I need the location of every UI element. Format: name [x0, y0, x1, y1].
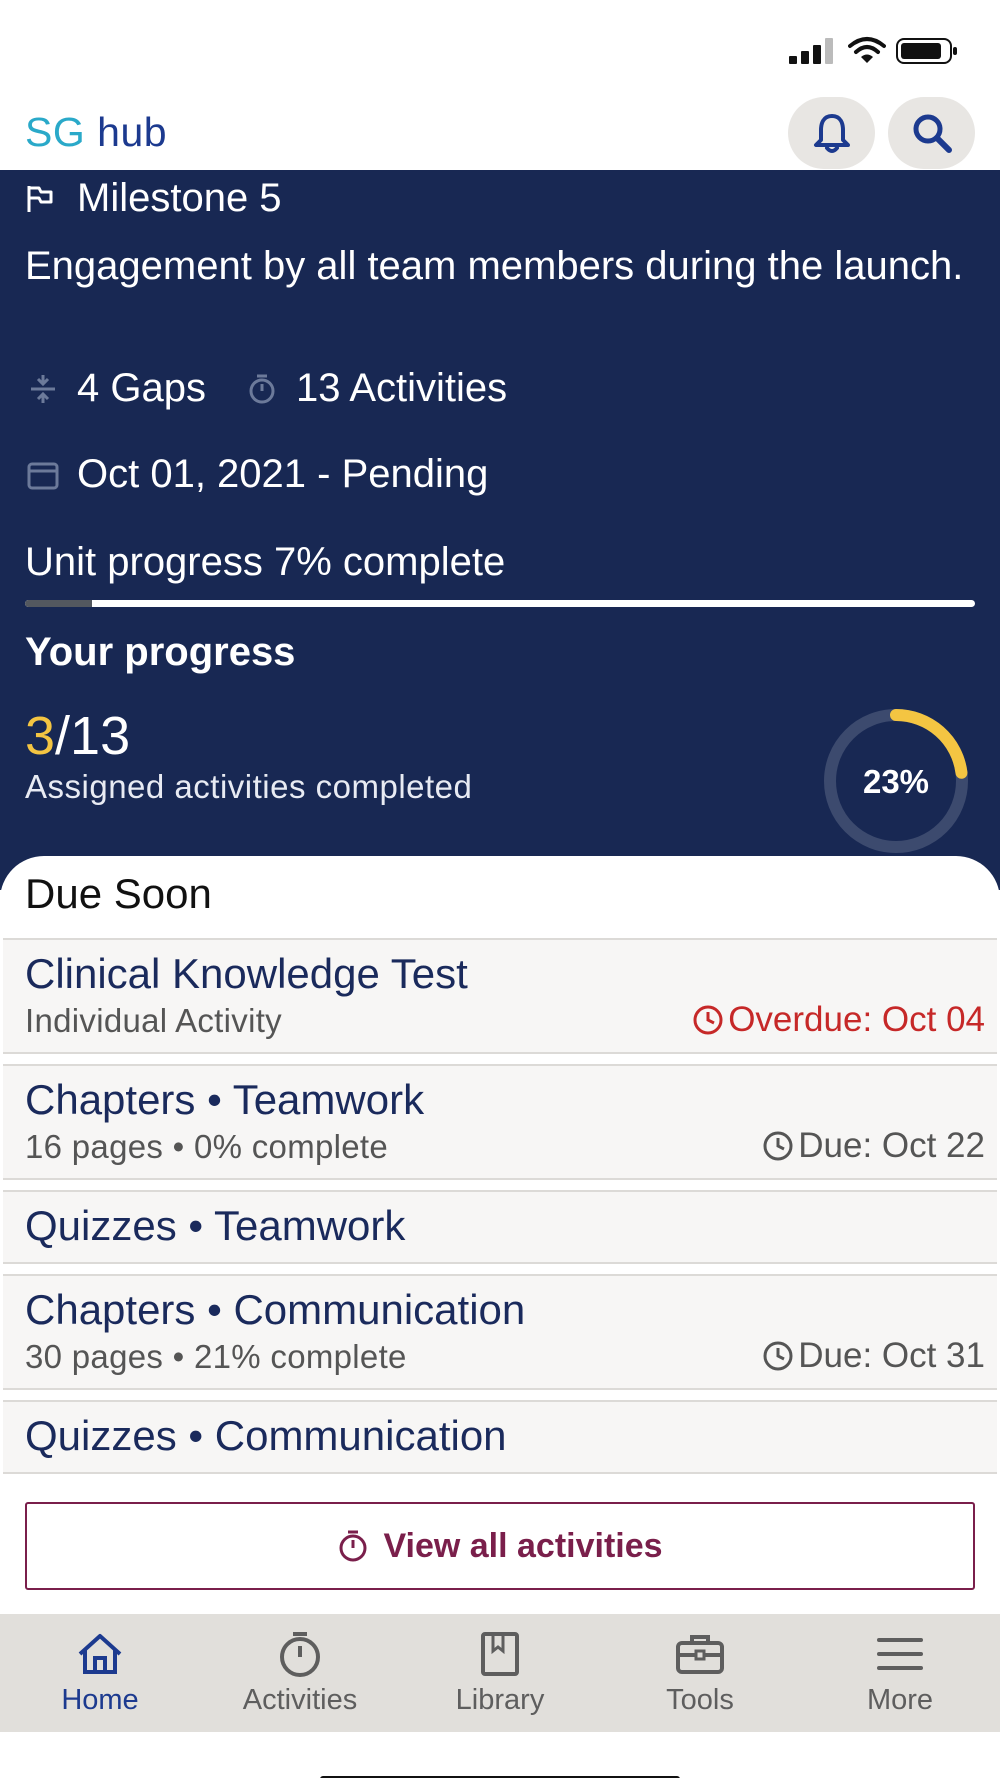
nav-tools[interactable]: Tools — [600, 1614, 800, 1732]
toolbox-icon — [676, 1635, 724, 1674]
activity-title: Quizzes • Teamwork — [25, 1202, 406, 1249]
milestone-header: Milestone 5 — [25, 176, 282, 221]
status-bar — [0, 0, 1000, 95]
view-all-label: View all activities — [383, 1526, 663, 1565]
app-logo: SG hub — [25, 109, 167, 156]
list-item[interactable]: Chapters • Teamwork 16 pages • 0% comple… — [3, 1064, 997, 1180]
activity-subtitle: 30 pages • 21% complete — [25, 1338, 407, 1375]
cell-signal-icon — [789, 38, 833, 64]
activity-title: Clinical Knowledge Test — [25, 950, 468, 997]
nav-home[interactable]: Home — [0, 1614, 200, 1732]
list-item[interactable]: Quizzes • Teamwork — [3, 1190, 997, 1264]
calendar-icon — [25, 460, 61, 490]
list-item[interactable]: Quizzes • Communication — [3, 1400, 997, 1474]
bell-icon — [813, 114, 850, 153]
activities-completed-count: 3/13 — [25, 705, 130, 767]
notifications-button[interactable] — [788, 97, 875, 169]
view-all-activities-button[interactable]: View all activities — [25, 1502, 975, 1590]
your-progress-title: Your progress — [25, 630, 296, 674]
brand-hub: hub — [97, 109, 168, 155]
activity-subtitle: 16 pages • 0% complete — [25, 1128, 389, 1165]
due-date: Due: Oct 31 — [798, 1336, 985, 1375]
list-item[interactable]: Chapters • Communication 30 pages • 21% … — [3, 1274, 997, 1390]
due-status: Due: Oct 31 — [762, 1336, 985, 1376]
due-soon-title: Due Soon — [25, 870, 212, 917]
milestone-panel: Milestone 5 Engagement by all team membe… — [0, 170, 1000, 890]
search-button[interactable] — [888, 97, 975, 169]
progress-ring: 23% — [824, 709, 968, 853]
unit-progress-bar — [25, 600, 975, 607]
nav-library-label: Library — [455, 1684, 545, 1716]
wifi-icon — [848, 37, 886, 63]
stopwatch-icon — [339, 1530, 367, 1562]
stopwatch-icon — [244, 373, 280, 405]
book-icon — [481, 1632, 519, 1676]
milestone-date-status: Oct 01, 2021 - Pending — [77, 452, 489, 496]
milestone-date-row: Oct 01, 2021 - Pending — [25, 452, 488, 497]
unit-progress-label: Unit progress 7% complete — [25, 540, 506, 584]
due-status: Overdue: Oct 04 — [692, 1000, 985, 1040]
due-soon-card: Due Soon Clinical Knowledge Test Individ… — [0, 856, 1000, 1614]
nav-more[interactable]: More — [800, 1614, 1000, 1732]
due-date: Overdue: Oct 04 — [728, 1000, 985, 1039]
gap-icon — [25, 373, 61, 405]
due-status: Due: Oct 22 — [762, 1126, 985, 1166]
brand-sg: SG — [25, 109, 86, 155]
activity-title: Chapters • Teamwork — [25, 1076, 425, 1123]
clock-icon — [763, 1131, 793, 1161]
activity-subtitle: Individual Activity — [25, 1002, 282, 1039]
gaps-count: 4 Gaps — [77, 366, 206, 410]
completed-label: Assigned activities completed — [25, 768, 473, 805]
bottom-nav: Home Activities Library Tools More — [0, 1614, 1000, 1732]
milestone-stats: 4 Gaps 13 Activities — [25, 366, 507, 411]
nav-activities-label: Activities — [242, 1684, 358, 1716]
clock-icon — [763, 1341, 793, 1371]
nav-library[interactable]: Library — [400, 1614, 600, 1732]
progress-percent: 23% — [863, 763, 929, 800]
milestone-title: Milestone 5 — [77, 176, 282, 220]
due-date: Due: Oct 22 — [798, 1126, 985, 1165]
search-icon — [913, 114, 952, 153]
milestone-description: Engagement by all team members during th… — [25, 244, 964, 288]
nav-home-label: Home — [61, 1684, 139, 1716]
activity-title: Quizzes • Communication — [25, 1412, 507, 1459]
battery-icon — [896, 38, 957, 64]
activities-count: 13 Activities — [295, 366, 508, 410]
list-item[interactable]: Clinical Knowledge Test Individual Activ… — [3, 938, 997, 1054]
nav-tools-label: Tools — [666, 1684, 734, 1716]
nav-activities[interactable]: Activities — [200, 1614, 400, 1732]
home-icon — [78, 1634, 122, 1674]
total-number: /13 — [55, 706, 131, 766]
unit-progress-fill — [25, 600, 92, 607]
menu-icon — [877, 1638, 923, 1670]
completed-number: 3 — [25, 706, 56, 766]
stopwatch-icon — [280, 1632, 320, 1677]
activity-title: Chapters • Communication — [25, 1286, 526, 1333]
app-header: SG hub — [0, 95, 1000, 170]
flag-icon — [27, 185, 53, 212]
due-soon-list: Clinical Knowledge Test Individual Activ… — [3, 938, 997, 1484]
nav-more-label: More — [866, 1684, 934, 1716]
clock-icon — [693, 1005, 723, 1035]
